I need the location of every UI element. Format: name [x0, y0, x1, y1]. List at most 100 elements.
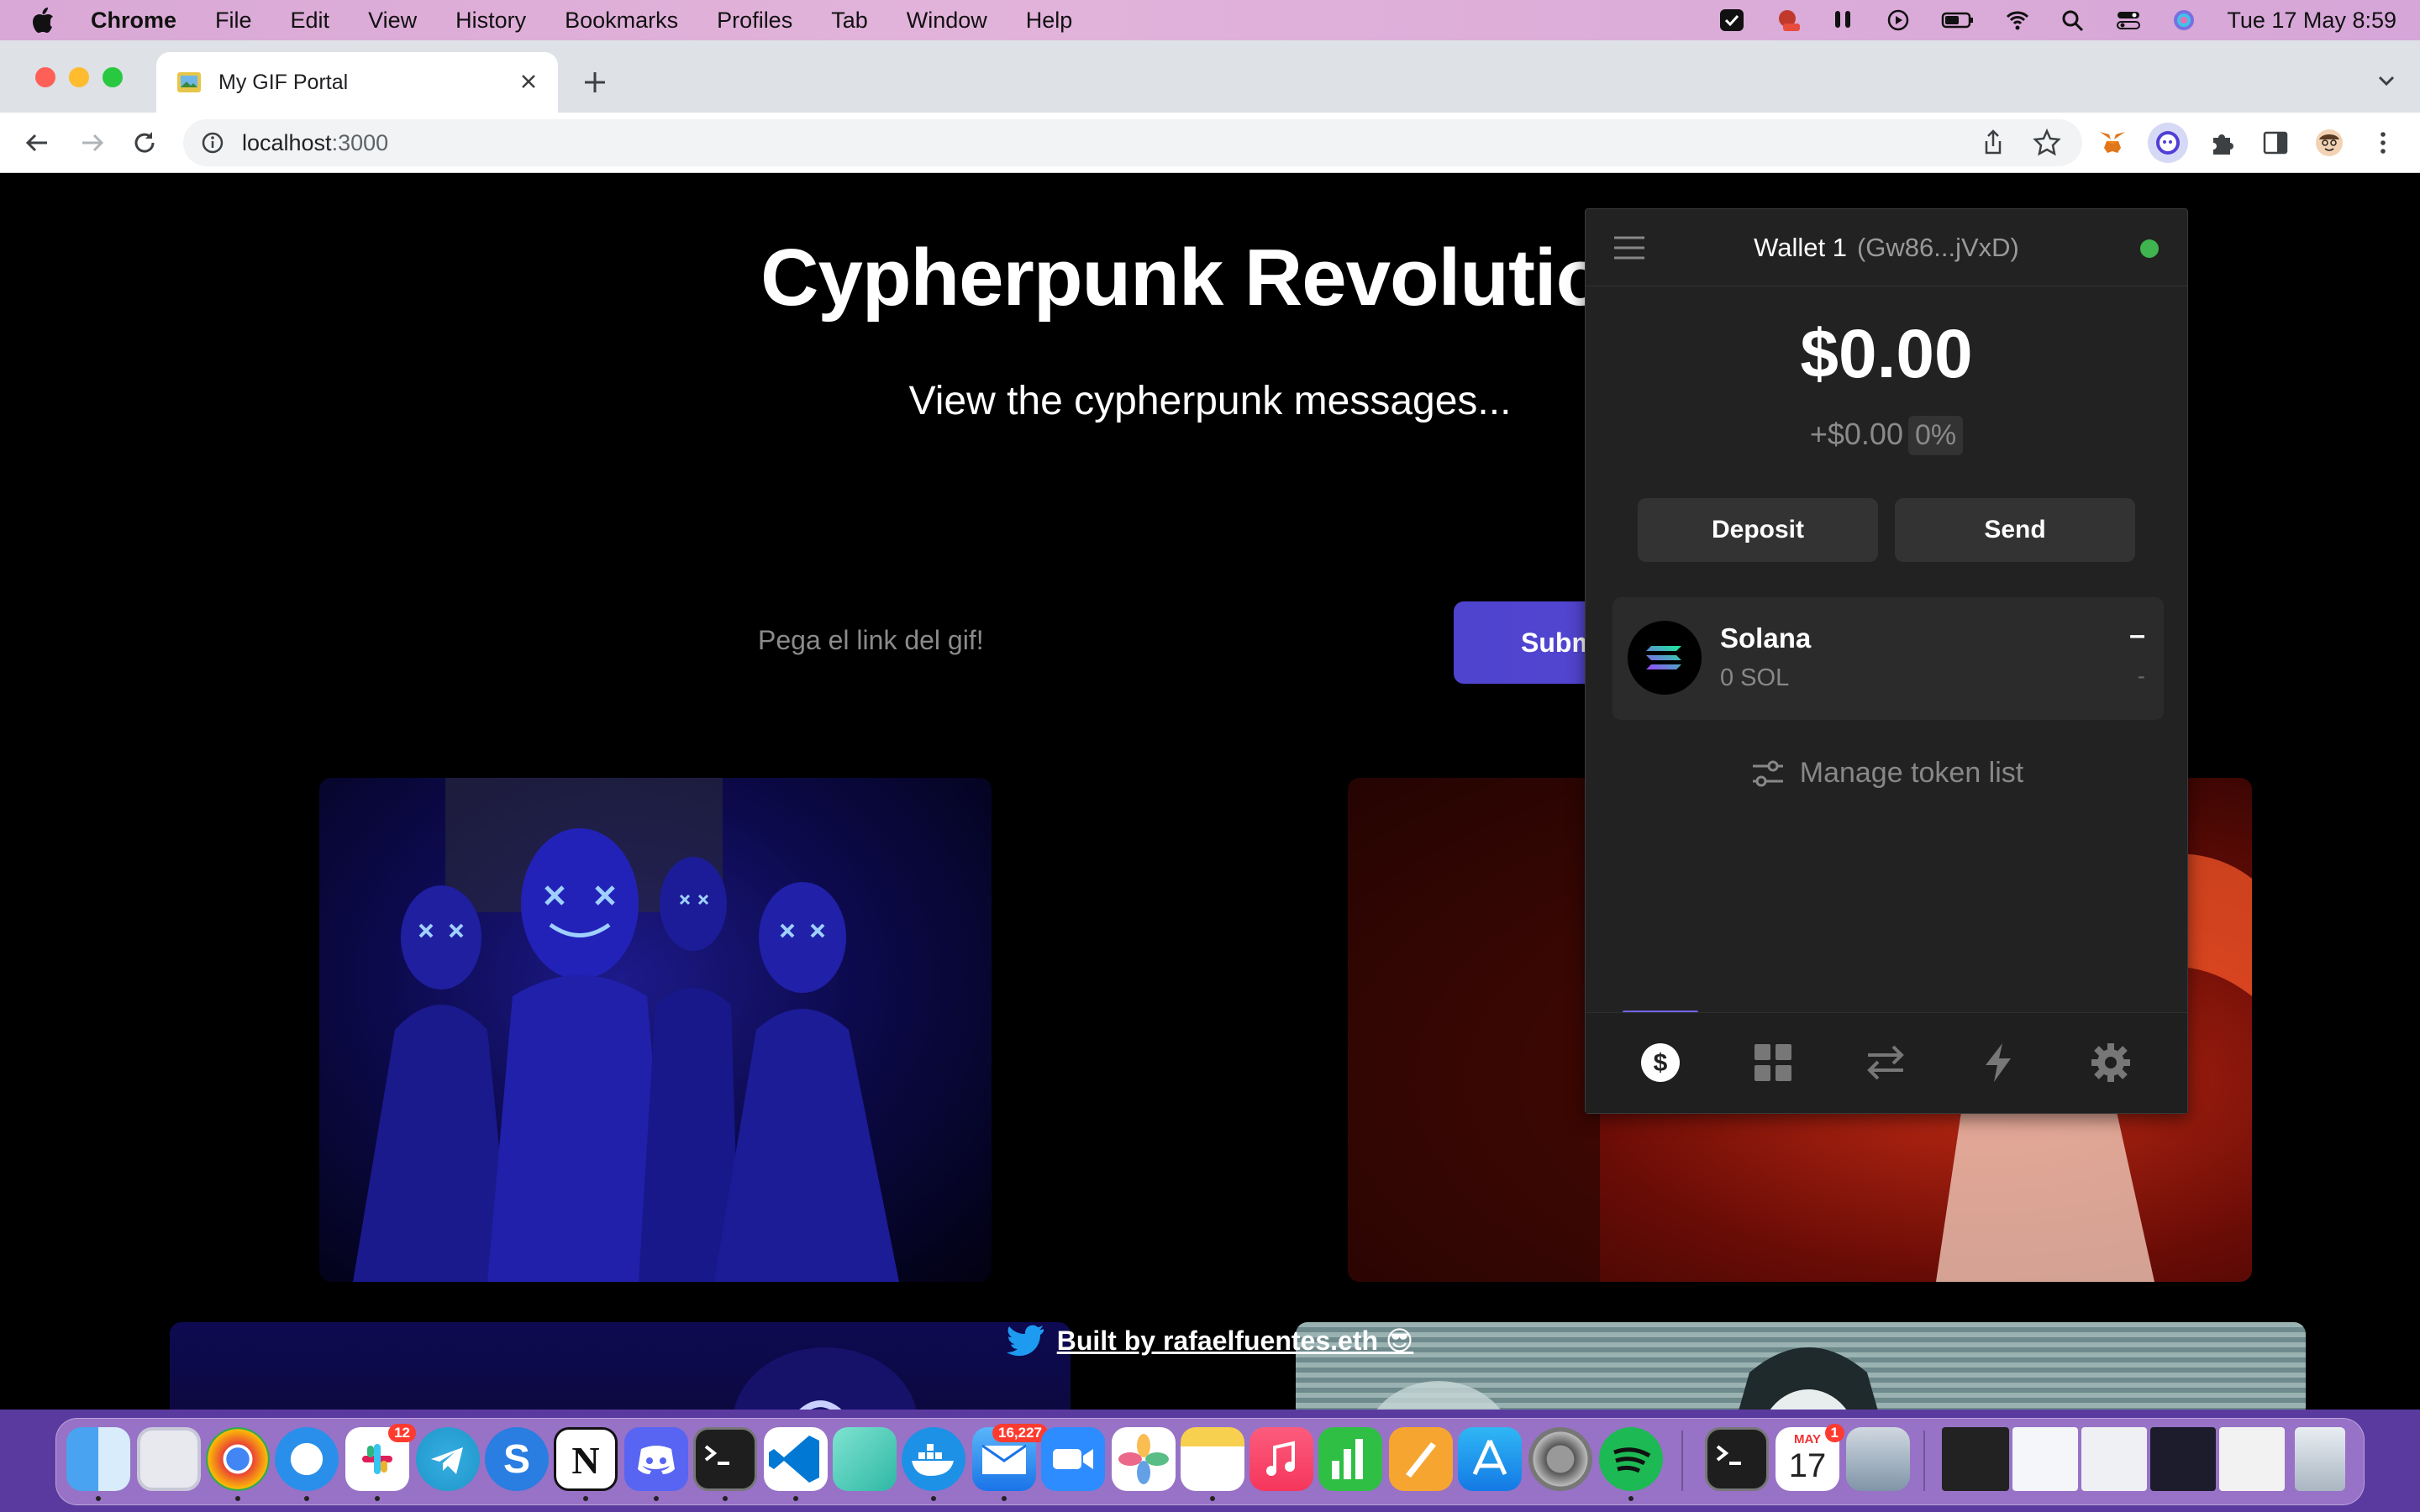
music-icon[interactable] — [1249, 1427, 1313, 1491]
system-preferences-icon[interactable] — [1528, 1427, 1592, 1491]
menu-profiles[interactable]: Profiles — [717, 8, 792, 34]
airpods-icon[interactable] — [1830, 8, 1855, 32]
token-row-solana[interactable]: Solana 0 SOL – - — [1612, 597, 2164, 720]
profile-avatar-icon[interactable] — [2314, 128, 2344, 158]
chrome-menu-kebab-icon[interactable] — [2368, 128, 2398, 158]
svg-text:$: $ — [1654, 1049, 1668, 1077]
notes-icon[interactable] — [1181, 1427, 1244, 1491]
menubar-clock[interactable]: Tue 17 May 8:59 — [2227, 8, 2396, 34]
browser-tab-active[interactable]: My GIF Portal — [156, 52, 558, 113]
finder-icon[interactable] — [66, 1427, 130, 1491]
address-bar[interactable]: localhost:3000 — [183, 119, 2082, 166]
minimized-window-5[interactable] — [2219, 1427, 2285, 1491]
discord-icon[interactable] — [624, 1427, 688, 1491]
preview-icon[interactable] — [1846, 1427, 1910, 1491]
manage-token-list-button[interactable]: Manage token list — [1586, 757, 2187, 790]
zoom-icon[interactable] — [1041, 1427, 1105, 1491]
spotify-icon[interactable] — [1599, 1427, 1663, 1491]
share-icon[interactable] — [1978, 128, 2008, 158]
siri-icon[interactable] — [2171, 8, 2196, 32]
gif-link-input[interactable] — [736, 600, 1434, 680]
numbers-icon[interactable] — [1318, 1427, 1382, 1491]
launchpad-icon[interactable] — [137, 1427, 201, 1491]
minimized-window-2[interactable] — [2012, 1427, 2078, 1491]
twitter-bird-icon — [1006, 1325, 1044, 1357]
menu-app-name[interactable]: Chrome — [91, 8, 176, 34]
wallet-header: Wallet 1 (Gw86...jVxD) — [1586, 209, 2187, 286]
solana-logo-icon — [1628, 621, 1702, 695]
terminal-icon[interactable] — [693, 1427, 757, 1491]
vscode-icon[interactable] — [764, 1427, 828, 1491]
menu-history[interactable]: History — [455, 8, 526, 34]
telegram-icon[interactable] — [416, 1427, 480, 1491]
lightning-icon[interactable] — [1977, 1042, 2019, 1084]
extensions-puzzle-icon[interactable] — [2207, 128, 2237, 158]
photos-icon[interactable] — [1112, 1427, 1176, 1491]
menu-view[interactable]: View — [368, 8, 417, 34]
balance-change-amount: +$0.00 — [1809, 417, 1903, 451]
phantom-wallet-icon[interactable] — [2153, 128, 2183, 158]
apple-logo-icon[interactable] — [30, 7, 55, 34]
swap-icon[interactable] — [1865, 1042, 1907, 1084]
slack-icon[interactable]: 12 — [345, 1424, 416, 1491]
skype-icon[interactable]: S — [485, 1427, 549, 1491]
minimized-window-4[interactable] — [2150, 1427, 2216, 1491]
wallet-name[interactable]: Wallet 1 — [1754, 233, 1847, 263]
record-app-icon[interactable] — [1775, 8, 1801, 32]
metamask-fox-icon[interactable] — [2097, 128, 2128, 158]
cube-app-icon[interactable] — [833, 1427, 897, 1491]
chrome-running-dot — [235, 1496, 240, 1501]
slack-running-dot — [375, 1496, 380, 1501]
spotlight-search-icon[interactable] — [2060, 8, 2086, 32]
minimized-window-3[interactable] — [2081, 1427, 2147, 1491]
pages-icon[interactable] — [1389, 1427, 1453, 1491]
checkmark-app-icon[interactable] — [1719, 8, 1744, 32]
menu-file[interactable]: File — [215, 8, 252, 34]
footer-author-link[interactable]: Built by rafaelfuentes.eth 😎 — [1057, 1325, 1414, 1357]
play-icon[interactable] — [1886, 8, 1911, 32]
wallet-address[interactable]: (Gw86...jVxD) — [1857, 233, 2019, 263]
grid-icon[interactable] — [1752, 1042, 1794, 1084]
back-arrow-icon[interactable] — [22, 128, 52, 158]
tab-close-icon[interactable] — [516, 69, 541, 94]
sliders-icon — [1752, 760, 1783, 786]
menu-tab[interactable]: Tab — [831, 8, 868, 34]
tab-search-chevron-icon[interactable] — [2375, 69, 2398, 92]
window-minimize-button[interactable] — [69, 67, 89, 87]
menu-edit[interactable]: Edit — [291, 8, 330, 34]
chrome-icon[interactable] — [206, 1427, 270, 1491]
mail-badge: 16,227 — [992, 1424, 1048, 1442]
battery-icon[interactable] — [1941, 8, 1975, 32]
connection-status-dot — [2140, 239, 2159, 258]
menu-bookmarks[interactable]: Bookmarks — [565, 8, 678, 34]
side-panel-icon[interactable] — [2260, 128, 2291, 158]
menu-help[interactable]: Help — [1026, 8, 1073, 34]
send-button[interactable]: Send — [1895, 498, 2135, 562]
wifi-icon[interactable] — [2005, 8, 2030, 32]
window-close-button[interactable] — [35, 67, 55, 87]
token-change: - — [2137, 663, 2145, 689]
notes-running-dot — [1210, 1496, 1215, 1501]
new-tab-icon[interactable] — [580, 67, 610, 97]
app-store-icon[interactable] — [1458, 1427, 1522, 1491]
forward-arrow-icon[interactable] — [77, 128, 108, 158]
mail-icon[interactable]: 16,227 — [972, 1424, 1048, 1491]
trash-icon[interactable] — [2295, 1427, 2345, 1491]
docker-icon[interactable] — [902, 1427, 965, 1491]
calendar-icon[interactable]: MAY 17 1 — [1776, 1424, 1844, 1491]
terminal-recent-icon[interactable] — [1705, 1427, 1769, 1491]
dollar-icon[interactable]: $ — [1639, 1042, 1681, 1084]
gear-icon[interactable] — [2090, 1042, 2132, 1084]
control-center-icon[interactable] — [2116, 8, 2141, 32]
masked-figures-image — [353, 778, 899, 1282]
window-zoom-button[interactable] — [103, 67, 123, 87]
site-info-icon[interactable] — [200, 130, 225, 155]
safari-icon[interactable] — [275, 1427, 339, 1491]
bookmark-star-icon[interactable] — [2032, 128, 2062, 158]
deposit-button[interactable]: Deposit — [1638, 498, 1878, 562]
hamburger-menu-icon[interactable] — [1612, 234, 1646, 261]
menu-window[interactable]: Window — [907, 8, 987, 34]
notion-icon[interactable]: N — [554, 1427, 618, 1491]
reload-icon[interactable] — [129, 128, 160, 158]
minimized-window-1[interactable] — [1942, 1427, 2009, 1491]
